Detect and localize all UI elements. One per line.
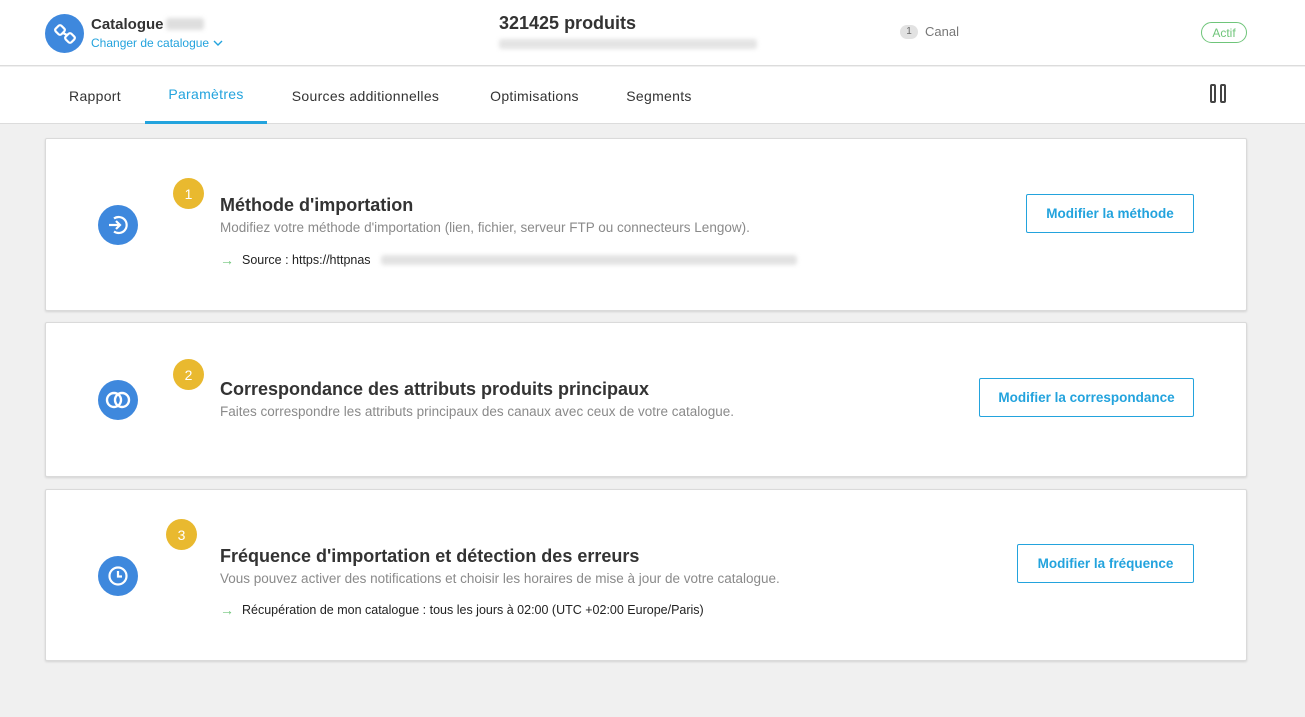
top-header: Catalogue Changer de catalogue 321425 pr… [0,0,1305,66]
import-method-card: 1 Méthode d'importation Modifiez votre m… [45,138,1247,311]
chevron-down-icon [213,40,223,46]
pause-icon[interactable] [1210,84,1226,104]
catalog-link-icon [45,14,84,53]
edit-method-button[interactable]: Modifier la méthode [1026,194,1194,233]
schedule-info: → Récupération de mon catalogue : tous l… [220,602,704,618]
import-frequency-card: 3 Fréquence d'importation et détection d… [45,489,1247,661]
arrow-right-icon: → [220,252,234,268]
step-number-badge: 2 [173,359,204,390]
card-title: Méthode d'importation [220,195,414,215]
import-arrow-icon [98,205,138,245]
tab-sources-additionnelles[interactable]: Sources additionnelles [267,67,464,124]
card-description: Modifiez votre méthode d'importation (li… [220,220,750,235]
source-url: Source : https://httpnas [242,253,371,267]
edit-mapping-button[interactable]: Modifier la correspondance [979,378,1194,417]
card-title: Correspondance des attributs produits pr… [220,379,650,399]
change-catalog-label: Changer de catalogue [91,36,210,50]
tab-optimisations[interactable]: Optimisations [464,67,605,124]
step-number-badge: 1 [173,178,204,209]
tab-segments[interactable]: Segments [605,67,713,124]
arrow-right-icon: → [220,602,234,618]
import-date-redacted [499,39,757,49]
source-info: → Source : https://httpnas [220,252,797,268]
channel-indicator[interactable]: 1 Canal [900,24,959,39]
schedule-text: Récupération de mon catalogue : tous les… [242,603,704,617]
channel-label: Canal [925,24,959,39]
step-number-badge: 3 [166,519,197,550]
catalog-title: Catalogue [91,16,164,33]
source-url-redacted [380,255,797,265]
products-count: 321425 produits [499,13,637,33]
card-title: Fréquence d'importation et détection des… [220,546,640,566]
attribute-mapping-card: 2 Correspondance des attributs produits … [45,322,1247,477]
linked-rings-icon [98,380,138,420]
status-badge: Actif [1201,22,1247,43]
edit-frequency-button[interactable]: Modifier la fréquence [1017,544,1194,583]
tab-rapport[interactable]: Rapport [45,67,145,124]
card-description: Faites correspondre les attributs princi… [220,404,735,419]
card-description: Vous pouvez activer des notifications et… [220,571,780,586]
change-catalog-link[interactable]: Changer de catalogue [91,36,223,50]
tab-parametres[interactable]: Paramètres [145,67,267,124]
tab-bar: Rapport Paramètres Sources additionnelle… [0,67,1305,124]
clock-icon [98,556,138,596]
catalog-name-redacted [166,18,204,30]
channel-count-badge: 1 [900,24,918,39]
